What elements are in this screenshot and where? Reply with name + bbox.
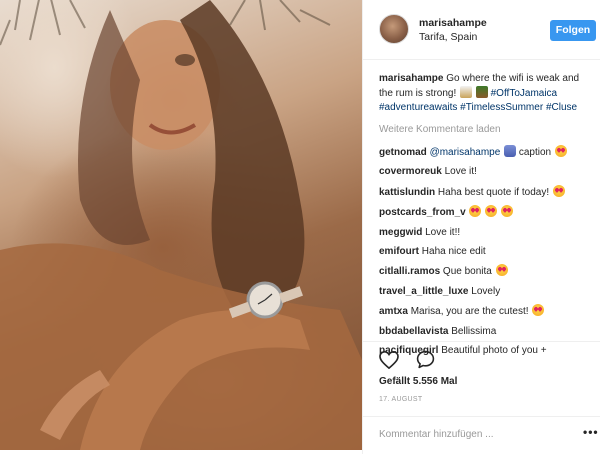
heart-eyes-emoji-icon xyxy=(554,145,567,157)
heart-eyes-emoji-icon xyxy=(552,184,565,197)
raised-hands-emoji-icon xyxy=(504,145,517,157)
palm-tree-emoji-icon xyxy=(475,86,488,98)
comment-text: Haha best quote if today! xyxy=(437,186,550,198)
hashtag-link[interactable]: #adventureawaits xyxy=(379,102,457,113)
hashtag-link[interactable]: #TimelessSummer xyxy=(460,102,543,113)
comment-mention[interactable]: @marisahampe xyxy=(430,147,501,158)
comment-text: Lovely xyxy=(471,285,501,297)
comment-text: Beautiful photo of you + xyxy=(441,344,547,356)
kiss-emoji-icon xyxy=(532,304,545,317)
comment-row: travel_a_little_luxe Lovely xyxy=(379,285,595,299)
post-header: marisahampe Tarifa, Spain Folgen xyxy=(363,0,600,60)
comment-text: Haha nice edit xyxy=(421,245,486,257)
post-caption: marisahampe Go where the wifi is weak an… xyxy=(379,72,595,115)
photo-illustration xyxy=(0,0,362,450)
heart-eyes-emoji-icon xyxy=(495,264,508,277)
comment-row: kattislundin Haha best quote if today! xyxy=(379,184,595,200)
comment-username[interactable]: citlalli.ramos xyxy=(379,266,440,277)
comment-row: amtxa Marisa, you are the cutest! xyxy=(379,304,595,319)
comment-row: meggwid Love it!! xyxy=(379,226,595,240)
comment-text: Love it! xyxy=(444,166,477,178)
heart-eyes-emoji-icon xyxy=(469,205,482,218)
author-avatar[interactable] xyxy=(379,14,409,44)
instagram-post-frame: marisahampe Tarifa, Spain Folgen marisah… xyxy=(0,0,600,454)
post-photo[interactable] xyxy=(0,0,362,450)
caption-username[interactable]: marisahampe xyxy=(379,73,443,84)
comment-text: Marisa, you are the cutest! xyxy=(410,306,529,318)
comment-text: Bellissima xyxy=(451,325,497,337)
comment-row: citlalli.ramos Que bonita xyxy=(379,264,595,279)
comment-row: getnomad @marisahampe caption xyxy=(379,145,595,160)
comment-username[interactable]: travel_a_little_luxe xyxy=(379,286,469,297)
comment-row: covermoreuk Love it! xyxy=(379,165,595,179)
comment-text: caption xyxy=(518,147,552,158)
heart-eyes-emoji-icon xyxy=(485,205,498,218)
author-username[interactable]: marisahampe xyxy=(419,17,487,29)
comment-username[interactable]: getnomad xyxy=(379,147,427,158)
comment-username[interactable]: covermoreuk xyxy=(379,166,442,177)
hashtag-link[interactable]: #Cluse xyxy=(546,102,577,113)
follow-button[interactable]: Folgen xyxy=(550,20,596,41)
comment-username[interactable]: bbdabellavista xyxy=(379,326,448,337)
comment-text: Love it!! xyxy=(425,226,461,238)
hashtag-link[interactable]: #OffToJamaica xyxy=(491,88,558,99)
actions-divider xyxy=(363,341,600,342)
comment-text: Que bonita xyxy=(442,266,492,278)
post-actions xyxy=(379,350,449,372)
post-location[interactable]: Tarifa, Spain xyxy=(419,31,477,43)
add-comment-input[interactable] xyxy=(379,426,559,442)
comment-username[interactable]: postcards_from_v xyxy=(379,207,466,218)
load-more-comments-link[interactable]: Weitere Kommentare laden xyxy=(379,123,595,137)
comments-section: marisahampe Go where the wifi is weak an… xyxy=(379,72,595,363)
rum-glass-emoji-icon xyxy=(460,86,473,98)
comment-row: bbdabellavista Bellissima xyxy=(379,325,595,339)
comment-username[interactable]: kattislundin xyxy=(379,187,435,198)
heart-eyes-emoji-icon xyxy=(501,205,514,218)
input-divider xyxy=(363,416,600,417)
comment-username[interactable]: meggwid xyxy=(379,227,422,238)
speech-bubble-icon[interactable] xyxy=(416,350,435,372)
likes-count[interactable]: Gefällt 5.556 Mal xyxy=(379,376,457,387)
comment-username[interactable]: emifourt xyxy=(379,246,419,257)
comment-username[interactable]: amtxa xyxy=(379,306,408,317)
comment-row: postcards_from_v xyxy=(379,205,595,220)
heart-outline-icon[interactable] xyxy=(379,350,399,372)
post-detail-panel: marisahampe Tarifa, Spain Folgen marisah… xyxy=(362,0,600,454)
comment-row: emifourt Haha nice edit xyxy=(379,245,595,259)
more-options-icon[interactable]: ••• xyxy=(583,426,599,438)
post-date: 17. AUGUST xyxy=(379,396,423,403)
